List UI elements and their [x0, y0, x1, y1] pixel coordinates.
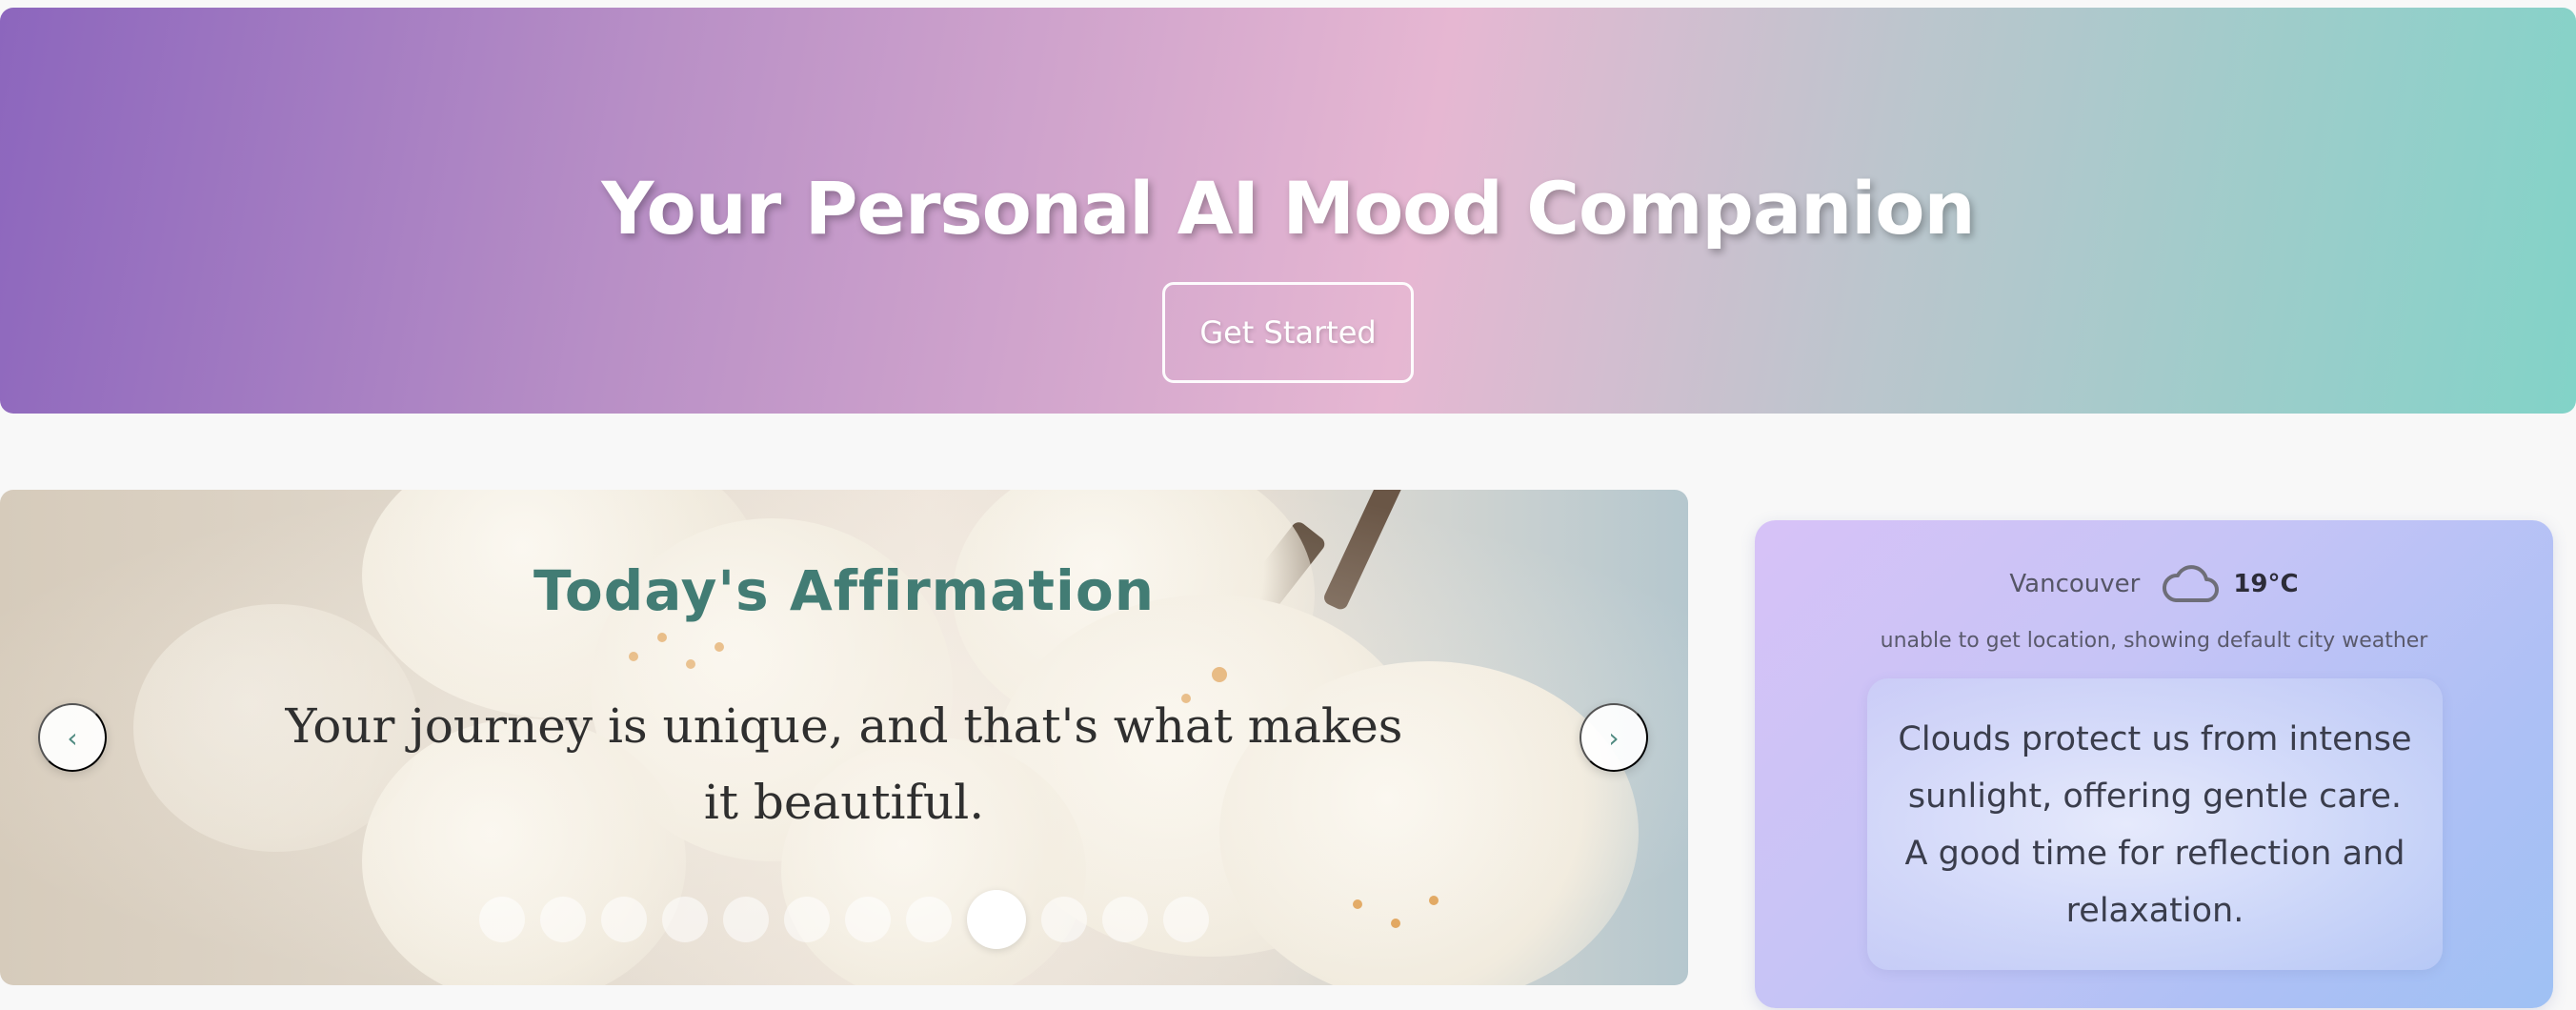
hero-title: Your Personal AI Mood Companion — [601, 166, 1975, 251]
weather-temperature: 19°C — [2233, 570, 2299, 598]
carousel-dot[interactable] — [1102, 897, 1148, 942]
weather-card: Vancouver 19°C unable to get location, s… — [1755, 520, 2553, 1008]
carousel-dot[interactable] — [601, 897, 647, 942]
weather-city: Vancouver — [2009, 570, 2141, 598]
chevron-left-icon: ‹ — [67, 721, 78, 754]
affirmation-title: Today's Affirmation — [533, 558, 1155, 623]
weather-message: Clouds protect us from intense sunlight,… — [1898, 720, 2412, 930]
carousel-dot[interactable] — [479, 897, 525, 942]
carousel-dot[interactable] — [906, 897, 952, 942]
carousel-next-button[interactable]: › — [1580, 703, 1648, 772]
chevron-right-icon: › — [1608, 721, 1620, 754]
weather-header: Vancouver 19°C — [1755, 560, 2553, 608]
weather-message-box: Clouds protect us from intense sunlight,… — [1867, 678, 2443, 970]
carousel-indicators — [0, 890, 1688, 949]
carousel-dot[interactable] — [845, 897, 891, 942]
affirmation-carousel: Today's Affirmation Your journey is uniq… — [0, 490, 1688, 985]
cloud-icon — [2163, 565, 2220, 602]
carousel-dot[interactable] — [662, 897, 708, 942]
carousel-prev-button[interactable]: ‹ — [38, 703, 107, 772]
carousel-dot[interactable] — [540, 897, 586, 942]
carousel-dot[interactable] — [723, 897, 769, 942]
weather-location-note: unable to get location, showing default … — [1880, 629, 2428, 653]
get-started-button[interactable]: Get Started — [1162, 282, 1414, 383]
carousel-dot[interactable] — [784, 897, 830, 942]
affirmation-text: Your journey is unique, and that's what … — [285, 698, 1403, 830]
carousel-dot[interactable] — [1163, 897, 1209, 942]
hero-banner: Your Personal AI Mood Companion Get Star… — [0, 8, 2576, 414]
carousel-dot[interactable] — [1041, 897, 1087, 942]
carousel-dot[interactable] — [967, 890, 1026, 949]
